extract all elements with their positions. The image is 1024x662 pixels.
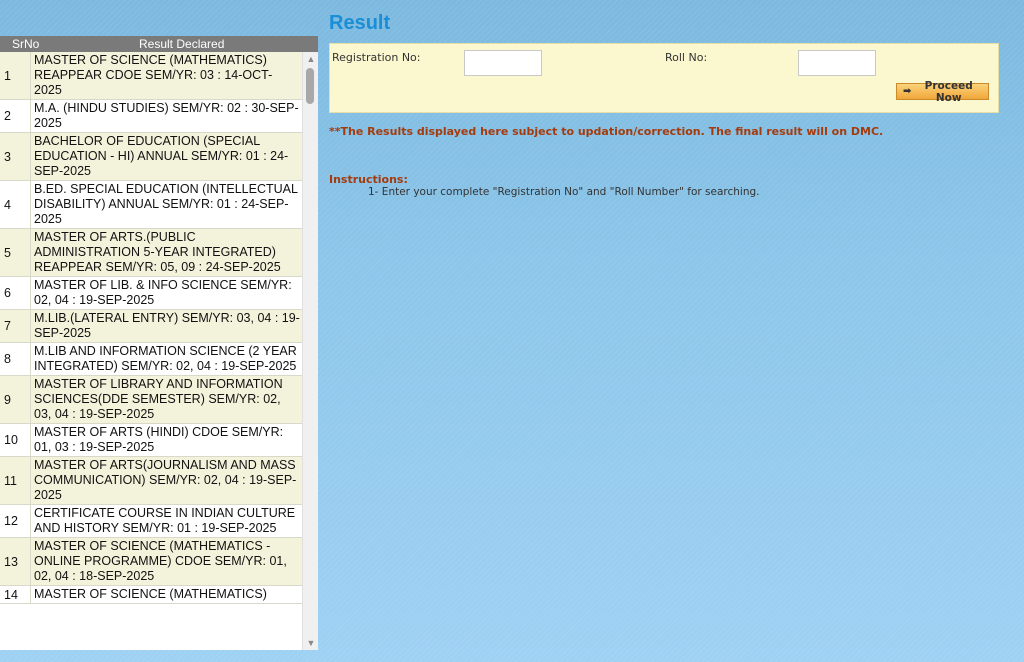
result-row-srno: 3	[0, 133, 31, 180]
result-row-srno: 9	[0, 376, 31, 423]
result-row-link[interactable]: MASTER OF ARTS.(PUBLIC ADMINISTRATION 5-…	[31, 229, 302, 276]
result-row-link[interactable]: M.LIB AND INFORMATION SCIENCE (2 YEAR IN…	[31, 343, 302, 375]
result-row-link[interactable]: MASTER OF SCIENCE (MATHEMATICS) REAPPEAR…	[31, 52, 302, 99]
result-row[interactable]: 9 MASTER OF LIBRARY AND INFORMATION SCIEN…	[0, 376, 302, 424]
result-row-srno: 1	[0, 52, 31, 99]
proceed-now-label: Proceed Now	[924, 79, 973, 104]
srno-column-header: SrNo	[12, 37, 40, 51]
registration-input[interactable]	[464, 50, 542, 76]
result-row-link[interactable]: MASTER OF LIB. & INFO SCIENCE SEM/YR: 02…	[31, 277, 302, 309]
results-scrollbar[interactable]: ▲ ▼	[302, 52, 318, 650]
roll-label: Roll No:	[665, 51, 708, 64]
result-row-srno: 5	[0, 229, 31, 276]
result-row-link[interactable]: MASTER OF SCIENCE (MATHEMATICS)	[31, 586, 302, 603]
result-row-srno: 8	[0, 343, 31, 375]
roll-input[interactable]	[798, 50, 876, 76]
results-list-header: SrNo Result Declared	[0, 36, 318, 52]
result-row[interactable]: 7 M.LIB.(LATERAL ENTRY) SEM/YR: 03, 04 : …	[0, 310, 302, 343]
result-row-srno: 6	[0, 277, 31, 309]
result-row-link[interactable]: MASTER OF ARTS (HINDI) CDOE SEM/YR: 01, …	[31, 424, 302, 456]
result-row[interactable]: 2 M.A. (HINDU STUDIES) SEM/YR: 02 : 30-SE…	[0, 100, 302, 133]
result-row-srno: 14	[0, 586, 31, 603]
arrow-right-icon: ➡	[903, 86, 912, 97]
result-row[interactable]: 8 M.LIB AND INFORMATION SCIENCE (2 YEAR I…	[0, 343, 302, 376]
result-row-link[interactable]: M.A. (HINDU STUDIES) SEM/YR: 02 : 30-SEP…	[31, 100, 302, 132]
result-row[interactable]: 10 MASTER OF ARTS (HINDI) CDOE SEM/YR: 01…	[0, 424, 302, 457]
instructions-line-1: 1- Enter your complete "Registration No"…	[368, 186, 760, 198]
chevron-up-icon[interactable]: ▲	[303, 52, 318, 66]
results-rows: 1 MASTER OF SCIENCE (MATHEMATICS) REAPPEA…	[0, 52, 302, 650]
result-row-srno: 2	[0, 100, 31, 132]
result-row-srno: 12	[0, 505, 31, 537]
result-row[interactable]: 3 BACHELOR OF EDUCATION (SPECIAL EDUCATIO…	[0, 133, 302, 181]
result-row-link[interactable]: MASTER OF LIBRARY AND INFORMATION SCIENC…	[31, 376, 302, 423]
page-title: Result	[329, 12, 391, 34]
result-row[interactable]: 6 MASTER OF LIB. & INFO SCIENCE SEM/YR: 0…	[0, 277, 302, 310]
result-row-srno: 11	[0, 457, 31, 504]
result-row-link[interactable]: MASTER OF ARTS(JOURNALISM AND MASS COMMU…	[31, 457, 302, 504]
proceed-now-button[interactable]: ➡ Proceed Now	[896, 80, 989, 104]
result-row[interactable]: 13 MASTER OF SCIENCE (MATHEMATICS - ONLIN…	[0, 538, 302, 586]
result-row-srno: 10	[0, 424, 31, 456]
result-row-link[interactable]: MASTER OF SCIENCE (MATHEMATICS - ONLINE …	[31, 538, 302, 585]
result-row-link[interactable]: BACHELOR OF EDUCATION (SPECIAL EDUCATION…	[31, 133, 302, 180]
result-row[interactable]: 5 MASTER OF ARTS.(PUBLIC ADMINISTRATION 5…	[0, 229, 302, 277]
result-row[interactable]: 14 MASTER OF SCIENCE (MATHEMATICS)	[0, 586, 302, 604]
result-row-link[interactable]: B.ED. SPECIAL EDUCATION (INTELLECTUAL DI…	[31, 181, 302, 228]
results-notice: **The Results displayed here subject to …	[329, 125, 884, 138]
result-row[interactable]: 4 B.ED. SPECIAL EDUCATION (INTELLECTUAL D…	[0, 181, 302, 229]
scrollbar-thumb[interactable]	[306, 68, 314, 104]
result-declared-column-header: Result Declared	[139, 37, 225, 51]
result-row[interactable]: 11 MASTER OF ARTS(JOURNALISM AND MASS COM…	[0, 457, 302, 505]
result-row-srno: 13	[0, 538, 31, 585]
results-list-panel: SrNo Result Declared 1 MASTER OF SCIENCE …	[0, 36, 318, 650]
search-form: Registration No: Roll No: ➡ Proceed Now	[329, 43, 999, 113]
result-row[interactable]: 1 MASTER OF SCIENCE (MATHEMATICS) REAPPEA…	[0, 52, 302, 100]
result-row[interactable]: 12 CERTIFICATE COURSE IN INDIAN CULTURE A…	[0, 505, 302, 538]
result-row-srno: 7	[0, 310, 31, 342]
result-row-link[interactable]: M.LIB.(LATERAL ENTRY) SEM/YR: 03, 04 : 1…	[31, 310, 302, 342]
instructions-title: Instructions:	[329, 173, 408, 186]
result-row-srno: 4	[0, 181, 31, 228]
result-row-link[interactable]: CERTIFICATE COURSE IN INDIAN CULTURE AND…	[31, 505, 302, 537]
chevron-down-icon[interactable]: ▼	[303, 636, 318, 650]
registration-label: Registration No:	[332, 51, 421, 64]
